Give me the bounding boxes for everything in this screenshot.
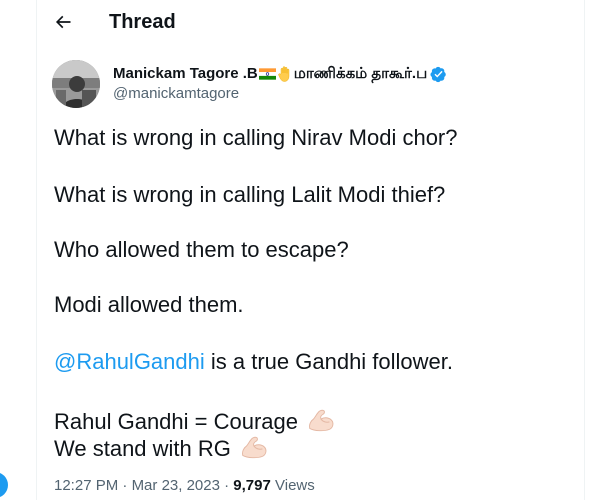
tweet-line: What is wrong in calling Lalit Modi thie… [54,182,446,207]
meta-separator: · [219,477,234,494]
thread-page: Thread Manickam Tagore .B மாணிக்கம் தாகூ… [0,0,600,500]
avatar[interactable] [52,60,100,108]
verified-badge-icon[interactable] [430,66,447,83]
tweet-line: What is wrong in calling Nirav Modi chor… [54,125,458,150]
page-title: Thread [109,11,176,33]
flexed-biceps-icon [242,436,267,459]
tweet-line: Modi allowed them. [54,292,244,317]
left-column-divider [36,0,37,500]
mention-link[interactable]: @RahulGandhi [54,349,205,374]
author-name[interactable]: Manickam Tagore .B [113,64,258,84]
tweet-meta: 12:27 PM · Mar 23, 2023 · 9,797 Views [54,476,315,496]
views-label: Views [270,477,315,494]
india-flag-icon [258,68,276,80]
author-handle[interactable]: @manickamtagore [113,84,239,104]
author-name-tamil[interactable]: மாணிக்கம் தாகூர்.ப [294,64,427,84]
avatar-photo [52,60,100,108]
right-column-divider [584,0,585,500]
thread-header: Thread [37,0,584,44]
meta-separator: · [118,477,132,494]
tweet-line-text: Rahul Gandhi = Courage [54,409,298,434]
tweet-line: Who allowed them to escape? [54,237,349,262]
compose-fab-edge[interactable] [0,472,8,498]
tweet-line-mention: @RahulGandhi is a true Gandhi follower. [54,348,453,375]
arrow-left-icon [55,15,71,29]
tweet-line-text: is a true Gandhi follower. [204,349,454,374]
views-count[interactable]: 9,797 [233,477,271,494]
tweet-time[interactable]: 12:27 PM [54,477,118,494]
tweet-line-emoji: Rahul Gandhi = Courage [54,405,336,435]
author-name-row[interactable]: Manickam Tagore .B மாணிக்கம் தாகூர்.ப [113,64,447,84]
back-button[interactable] [47,6,79,38]
raised-hand-icon [278,66,289,82]
tweet-date[interactable]: Mar 23, 2023 [132,477,220,494]
tweet-line-emoji: We stand with RG [54,432,269,462]
tweet-line-text: We stand with RG [54,436,231,461]
flexed-biceps-icon [309,409,334,432]
